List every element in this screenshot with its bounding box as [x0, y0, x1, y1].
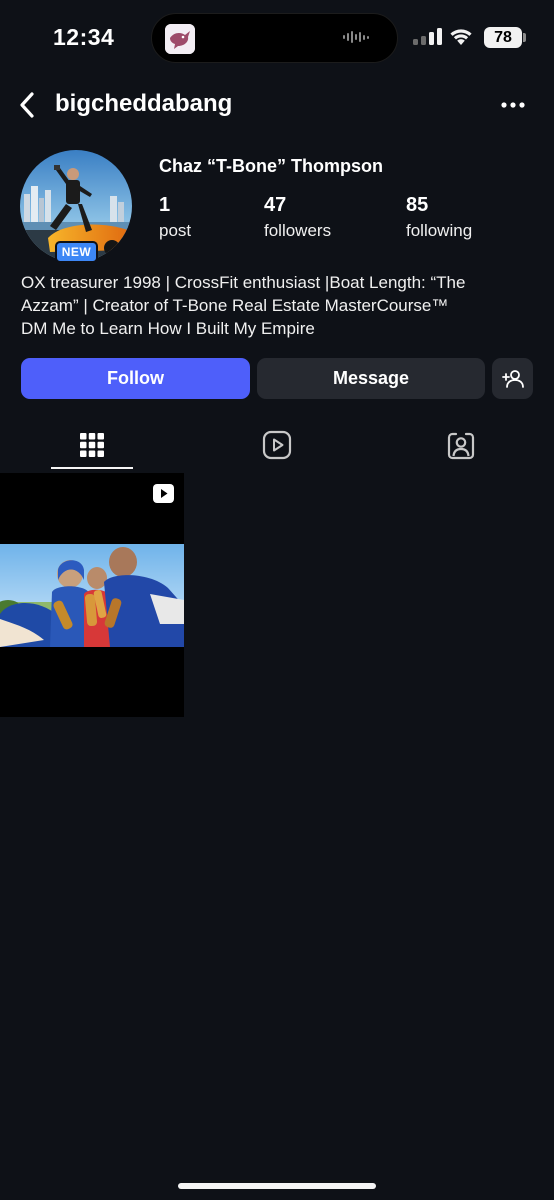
stat-label: following — [406, 221, 473, 240]
dynamic-island[interactable] — [151, 13, 398, 63]
new-badge: NEW — [55, 241, 98, 263]
audio-waveform-icon — [343, 31, 369, 43]
back-button[interactable] — [10, 86, 44, 124]
stat-value: 85 — [406, 194, 429, 216]
home-indicator[interactable] — [178, 1183, 376, 1189]
tagged-icon — [447, 432, 475, 460]
stat-value: 47 — [264, 194, 287, 216]
post-grid-item[interactable] — [0, 473, 184, 717]
cellular-signal-icon — [413, 28, 442, 45]
profile-header: bigcheddabang — [0, 80, 554, 130]
now-playing-app-icon — [165, 24, 195, 54]
follow-button[interactable]: Follow — [21, 358, 250, 399]
reel-play-icon — [153, 484, 174, 503]
stat-following[interactable]: 85 following — [406, 194, 472, 241]
add-person-icon — [501, 369, 524, 388]
chevron-left-icon — [20, 92, 34, 118]
profile-username: bigcheddabang — [55, 90, 233, 117]
profile-bio: OX treasurer 1998 | CrossFit enthusiast … — [21, 271, 541, 340]
message-button[interactable]: Message — [257, 358, 485, 399]
tab-reels[interactable] — [236, 420, 318, 470]
battery-cap — [523, 33, 526, 42]
stat-label: followers — [264, 221, 332, 240]
stat-followers[interactable]: 47 followers — [264, 194, 331, 241]
suggest-accounts-button[interactable] — [492, 358, 533, 399]
status-bar: 12:34 78 — [0, 0, 554, 76]
post-thumbnail-image — [0, 544, 184, 647]
status-time: 12:34 — [53, 24, 115, 50]
bio-line: OX treasurer 1998 | CrossFit enthusiast … — [21, 273, 466, 292]
ellipsis-icon — [501, 102, 525, 108]
tab-tagged[interactable] — [420, 420, 502, 470]
battery-indicator: 78 — [484, 27, 522, 48]
display-name: Chaz “T-Bone” Thompson — [159, 156, 383, 176]
wifi-icon — [448, 26, 474, 51]
stat-label: post — [159, 221, 192, 240]
bio-line: Azzam” | Creator of T-Bone Real Estate M… — [21, 296, 449, 315]
selected-tab-indicator — [51, 467, 133, 469]
stat-value: 1 — [159, 194, 171, 216]
tab-posts-grid[interactable] — [51, 420, 133, 470]
stat-posts[interactable]: 1 post — [159, 194, 191, 241]
profile-screen: 12:34 78 bigcheddabang NEW Chaz “T-Bone”… — [0, 0, 554, 1200]
reels-icon — [262, 430, 292, 460]
bio-line: DM Me to Learn How I Built My Empire — [21, 319, 315, 338]
more-options-button[interactable] — [494, 88, 532, 122]
grid-icon — [80, 433, 104, 457]
profile-tabs — [0, 420, 554, 472]
